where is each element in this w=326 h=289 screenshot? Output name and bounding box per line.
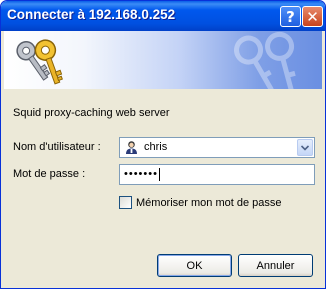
password-field[interactable]: ••••••• [119,164,315,185]
chevron-down-icon [301,144,309,151]
help-button[interactable]: ? [280,6,301,27]
password-label: Mot de passe : [13,168,86,180]
user-icon [126,141,137,154]
username-value: chris [144,141,168,153]
ok-button[interactable]: OK [157,254,232,277]
username-combobox[interactable]: chris [119,137,315,158]
title-bar[interactable]: Connecter à 192.168.0.252 ? ✕ [1,1,325,31]
keys-icon [16,39,63,85]
username-dropdown-button[interactable] [297,139,313,156]
text-caret [158,167,160,181]
username-label: Nom d'utilisateur : [13,141,101,153]
remember-password-checkbox[interactable] [119,196,132,209]
remember-password-label[interactable]: Mémoriser mon mot de passe [136,197,282,209]
server-realm-text: Squid proxy-caching web server [13,107,170,119]
login-dialog: Connecter à 192.168.0.252 ? ✕ Squid prox… [0,0,326,289]
cancel-button[interactable]: Annuler [238,254,313,277]
banner [4,31,322,89]
keys-watermark-icon [234,31,296,89]
window-title: Connecter à 192.168.0.252 [7,7,176,22]
close-button[interactable]: ✕ [302,6,323,27]
password-masked-value: ••••••• [124,168,158,180]
